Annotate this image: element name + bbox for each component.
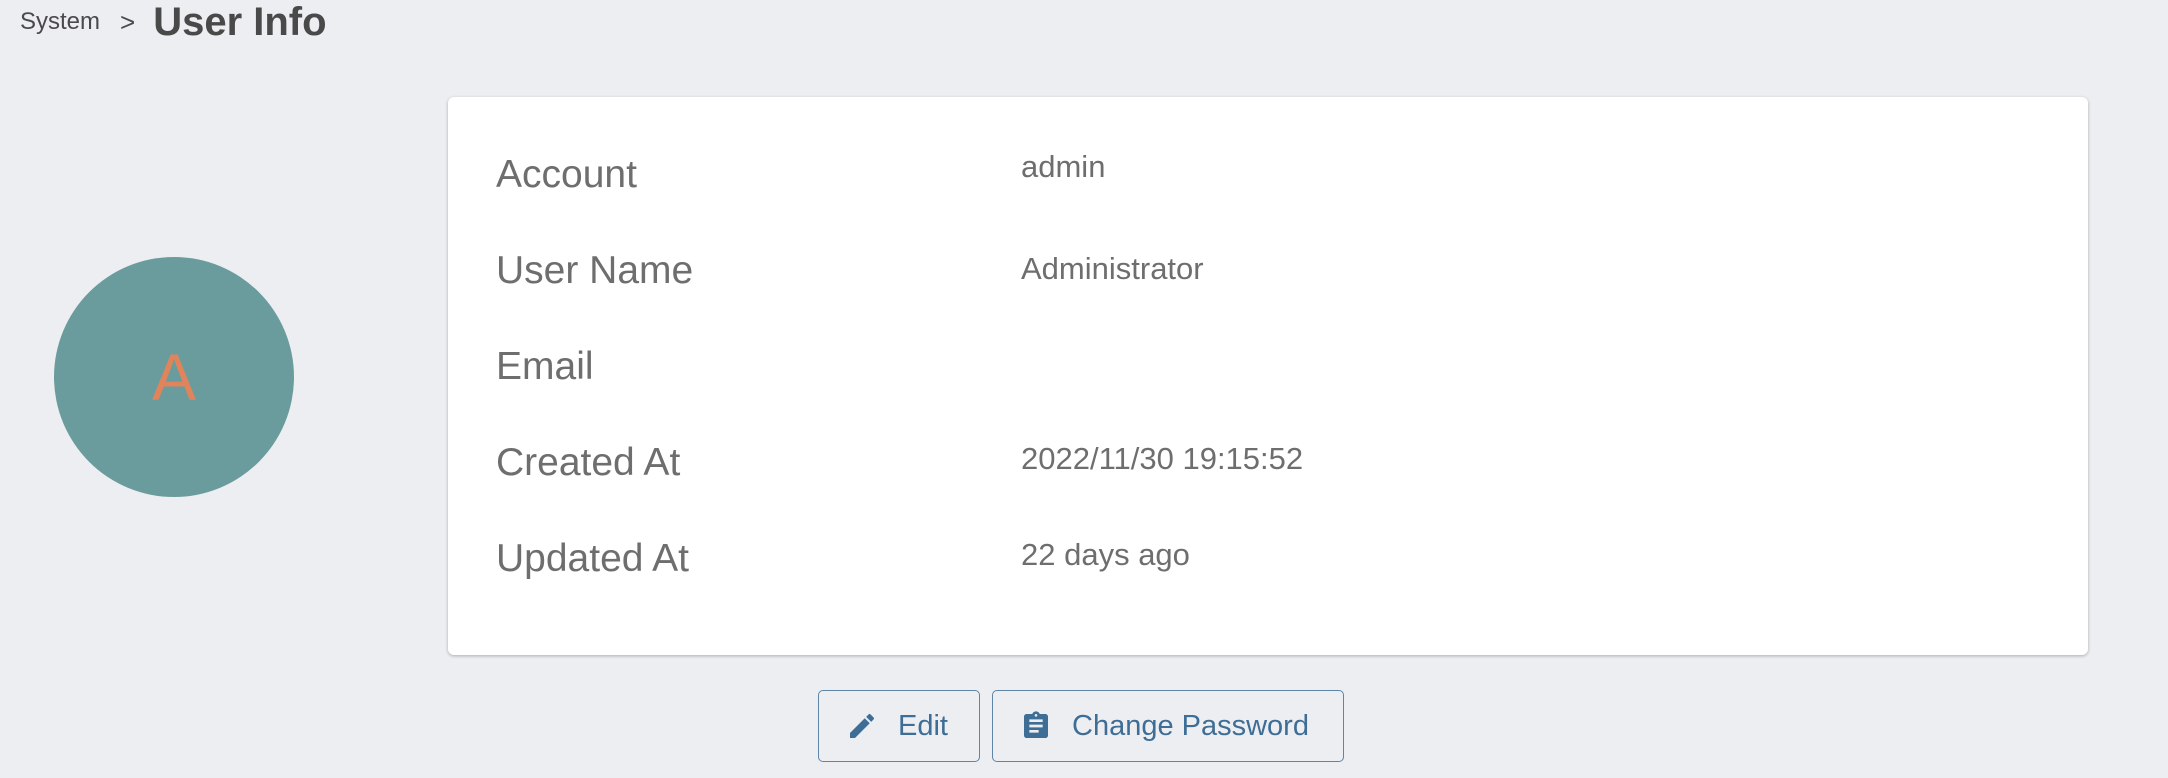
user-name-label: User Name xyxy=(496,249,694,292)
account-value: admin xyxy=(1021,149,1106,184)
page-title: User Info xyxy=(153,0,327,44)
info-row-user-name: User Name Administrator xyxy=(496,241,2040,301)
edit-button[interactable]: Edit xyxy=(818,690,980,762)
pencil-icon xyxy=(846,710,878,742)
info-row-account: Account admin xyxy=(496,145,2040,205)
user-info-card: Account admin User Name Administrator Em… xyxy=(448,97,2088,655)
breadcrumb-system-link[interactable]: System xyxy=(20,8,100,36)
breadcrumb-separator: > xyxy=(120,6,136,37)
info-row-updated-at: Updated At 22 days ago xyxy=(496,529,2040,589)
change-password-button[interactable]: Change Password xyxy=(992,690,1344,762)
created-at-value: 2022/11/30 19:15:52 xyxy=(1021,441,1304,476)
email-label: Email xyxy=(496,345,594,388)
info-row-email: Email xyxy=(496,337,2040,397)
clipboard-icon xyxy=(1020,710,1052,742)
breadcrumb: System > User Info xyxy=(20,0,327,44)
avatar: A xyxy=(54,257,294,497)
edit-button-label: Edit xyxy=(898,709,948,742)
created-at-label: Created At xyxy=(496,441,681,484)
action-buttons: Edit Change Password xyxy=(818,690,1344,762)
change-password-button-label: Change Password xyxy=(1072,709,1309,742)
avatar-initial: A xyxy=(151,340,197,414)
account-label: Account xyxy=(496,153,637,196)
info-row-created-at: Created At 2022/11/30 19:15:52 xyxy=(496,433,2040,493)
updated-at-label: Updated At xyxy=(496,537,689,580)
user-name-value: Administrator xyxy=(1021,251,1204,286)
updated-at-value: 22 days ago xyxy=(1021,537,1190,572)
